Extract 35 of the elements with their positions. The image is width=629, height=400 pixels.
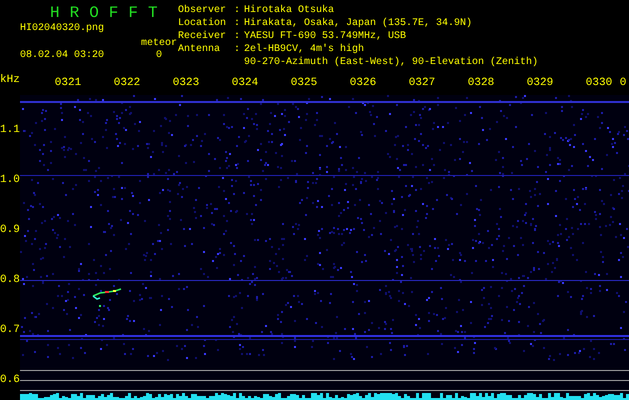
info-colon: : (234, 44, 242, 57)
time-label: 0324 (232, 77, 258, 89)
info-label: Receiver (178, 31, 228, 44)
time-label: 0323 (172, 77, 200, 89)
frequency-label: 1.0 (0, 174, 20, 186)
info-value: Hirakata, Osaka, Japan (135.7E, 34.9N) (244, 18, 474, 31)
time-label: 0330 (586, 77, 612, 89)
frequency-label: 1.1 (0, 124, 20, 136)
info-colon: : (234, 31, 242, 44)
info-value: 2el-HB9CV, 4m's high (244, 44, 366, 56)
frequency-label: 0.7 (0, 324, 20, 336)
date-time: 08.02.04 03:20 (20, 50, 106, 62)
info-value: YAESU FT-690 53.749MHz, USB (244, 31, 408, 44)
info-value: 90-270-Azimuth (East-West), 90-Elevation (Zenith) (244, 57, 538, 70)
frequency-label: 0.6 (0, 374, 20, 386)
time-label: 0325 (290, 77, 318, 89)
axis-unit: kHz (0, 73, 20, 88)
info-label: Location (178, 18, 228, 30)
info-label: Observer (178, 5, 228, 18)
info-colon: : (234, 5, 242, 18)
frequency-label: 0.8 (0, 274, 20, 286)
frequency-label: 0.9 (0, 224, 20, 236)
time-label: 0327 (408, 77, 436, 89)
time-label: 0329 (526, 77, 554, 89)
time-label: 0328 (468, 77, 494, 89)
app-title: HROFFT (50, 3, 168, 23)
time-label: 0326 (350, 77, 376, 89)
time-label: 0322 (114, 77, 140, 89)
info-colon: : (234, 18, 242, 31)
file-name: HI02040320.png (20, 23, 106, 35)
info-label: Antenna (178, 44, 222, 57)
time-label: 0321 (54, 77, 82, 89)
counter-value: 0 (154, 50, 163, 62)
time-label: 0 (620, 77, 626, 89)
info-value: Hirotaka Otsuka (244, 5, 336, 18)
